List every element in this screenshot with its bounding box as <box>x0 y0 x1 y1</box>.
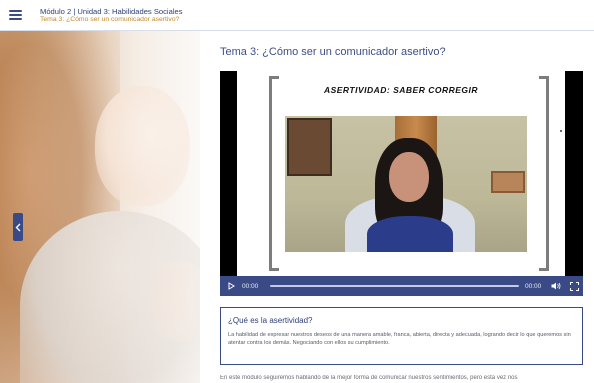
chevron-left-icon <box>15 223 21 231</box>
slide-bracket-right <box>539 76 549 271</box>
lesson-content: Tema 3: ¿Cómo ser un comunicador asertiv… <box>200 31 594 383</box>
definition-text: La habilidad de expresar nuestros deseos… <box>228 332 571 346</box>
previous-page-button[interactable] <box>13 213 23 241</box>
top-bar: Módulo 2 | Unidad 3: Habilidades Sociale… <box>0 0 594 31</box>
hamburger-menu-icon[interactable] <box>0 0 30 30</box>
duration: 00:00 <box>525 282 542 290</box>
video-frame: ASERTIVIDAD: SABER CORREGIR <box>237 71 565 276</box>
lesson-title: Tema 3: ¿Cómo ser un comunicador asertiv… <box>220 46 446 58</box>
play-button[interactable] <box>220 276 242 296</box>
slide-title: ASERTIVIDAD: SABER CORREGIR <box>323 85 479 95</box>
video-player[interactable]: ASERTIVIDAD: SABER CORREGIR 00:00 00:00 <box>220 71 583 296</box>
decorative-photo <box>0 31 200 383</box>
current-time: 00:00 <box>242 282 259 290</box>
breadcrumb-module: Módulo 2 | Unidad 3: Habilidades Sociale… <box>40 7 183 16</box>
definition-box: ¿Qué es la asertividad? La habilidad de … <box>220 307 583 365</box>
volume-button[interactable] <box>547 276 565 296</box>
intro-paragraph: En este módulo seguiremos hablando de la… <box>220 375 518 381</box>
fullscreen-icon <box>569 281 579 291</box>
volume-icon <box>551 282 561 290</box>
play-icon <box>228 282 235 290</box>
presenter-video <box>285 116 527 252</box>
video-controls: 00:00 00:00 <box>220 276 583 296</box>
slide-bracket-left <box>269 76 279 271</box>
fullscreen-button[interactable] <box>565 276 583 296</box>
progress-bar[interactable] <box>270 285 519 287</box>
definition-title: ¿Qué es la asertividad? <box>228 316 313 325</box>
breadcrumb-topic: Tema 3: ¿Cómo ser un comunicador asertiv… <box>40 16 180 23</box>
breadcrumb: Módulo 2 | Unidad 3: Habilidades Sociale… <box>40 0 183 24</box>
course-page: Módulo 2 | Unidad 3: Habilidades Sociale… <box>0 0 594 383</box>
